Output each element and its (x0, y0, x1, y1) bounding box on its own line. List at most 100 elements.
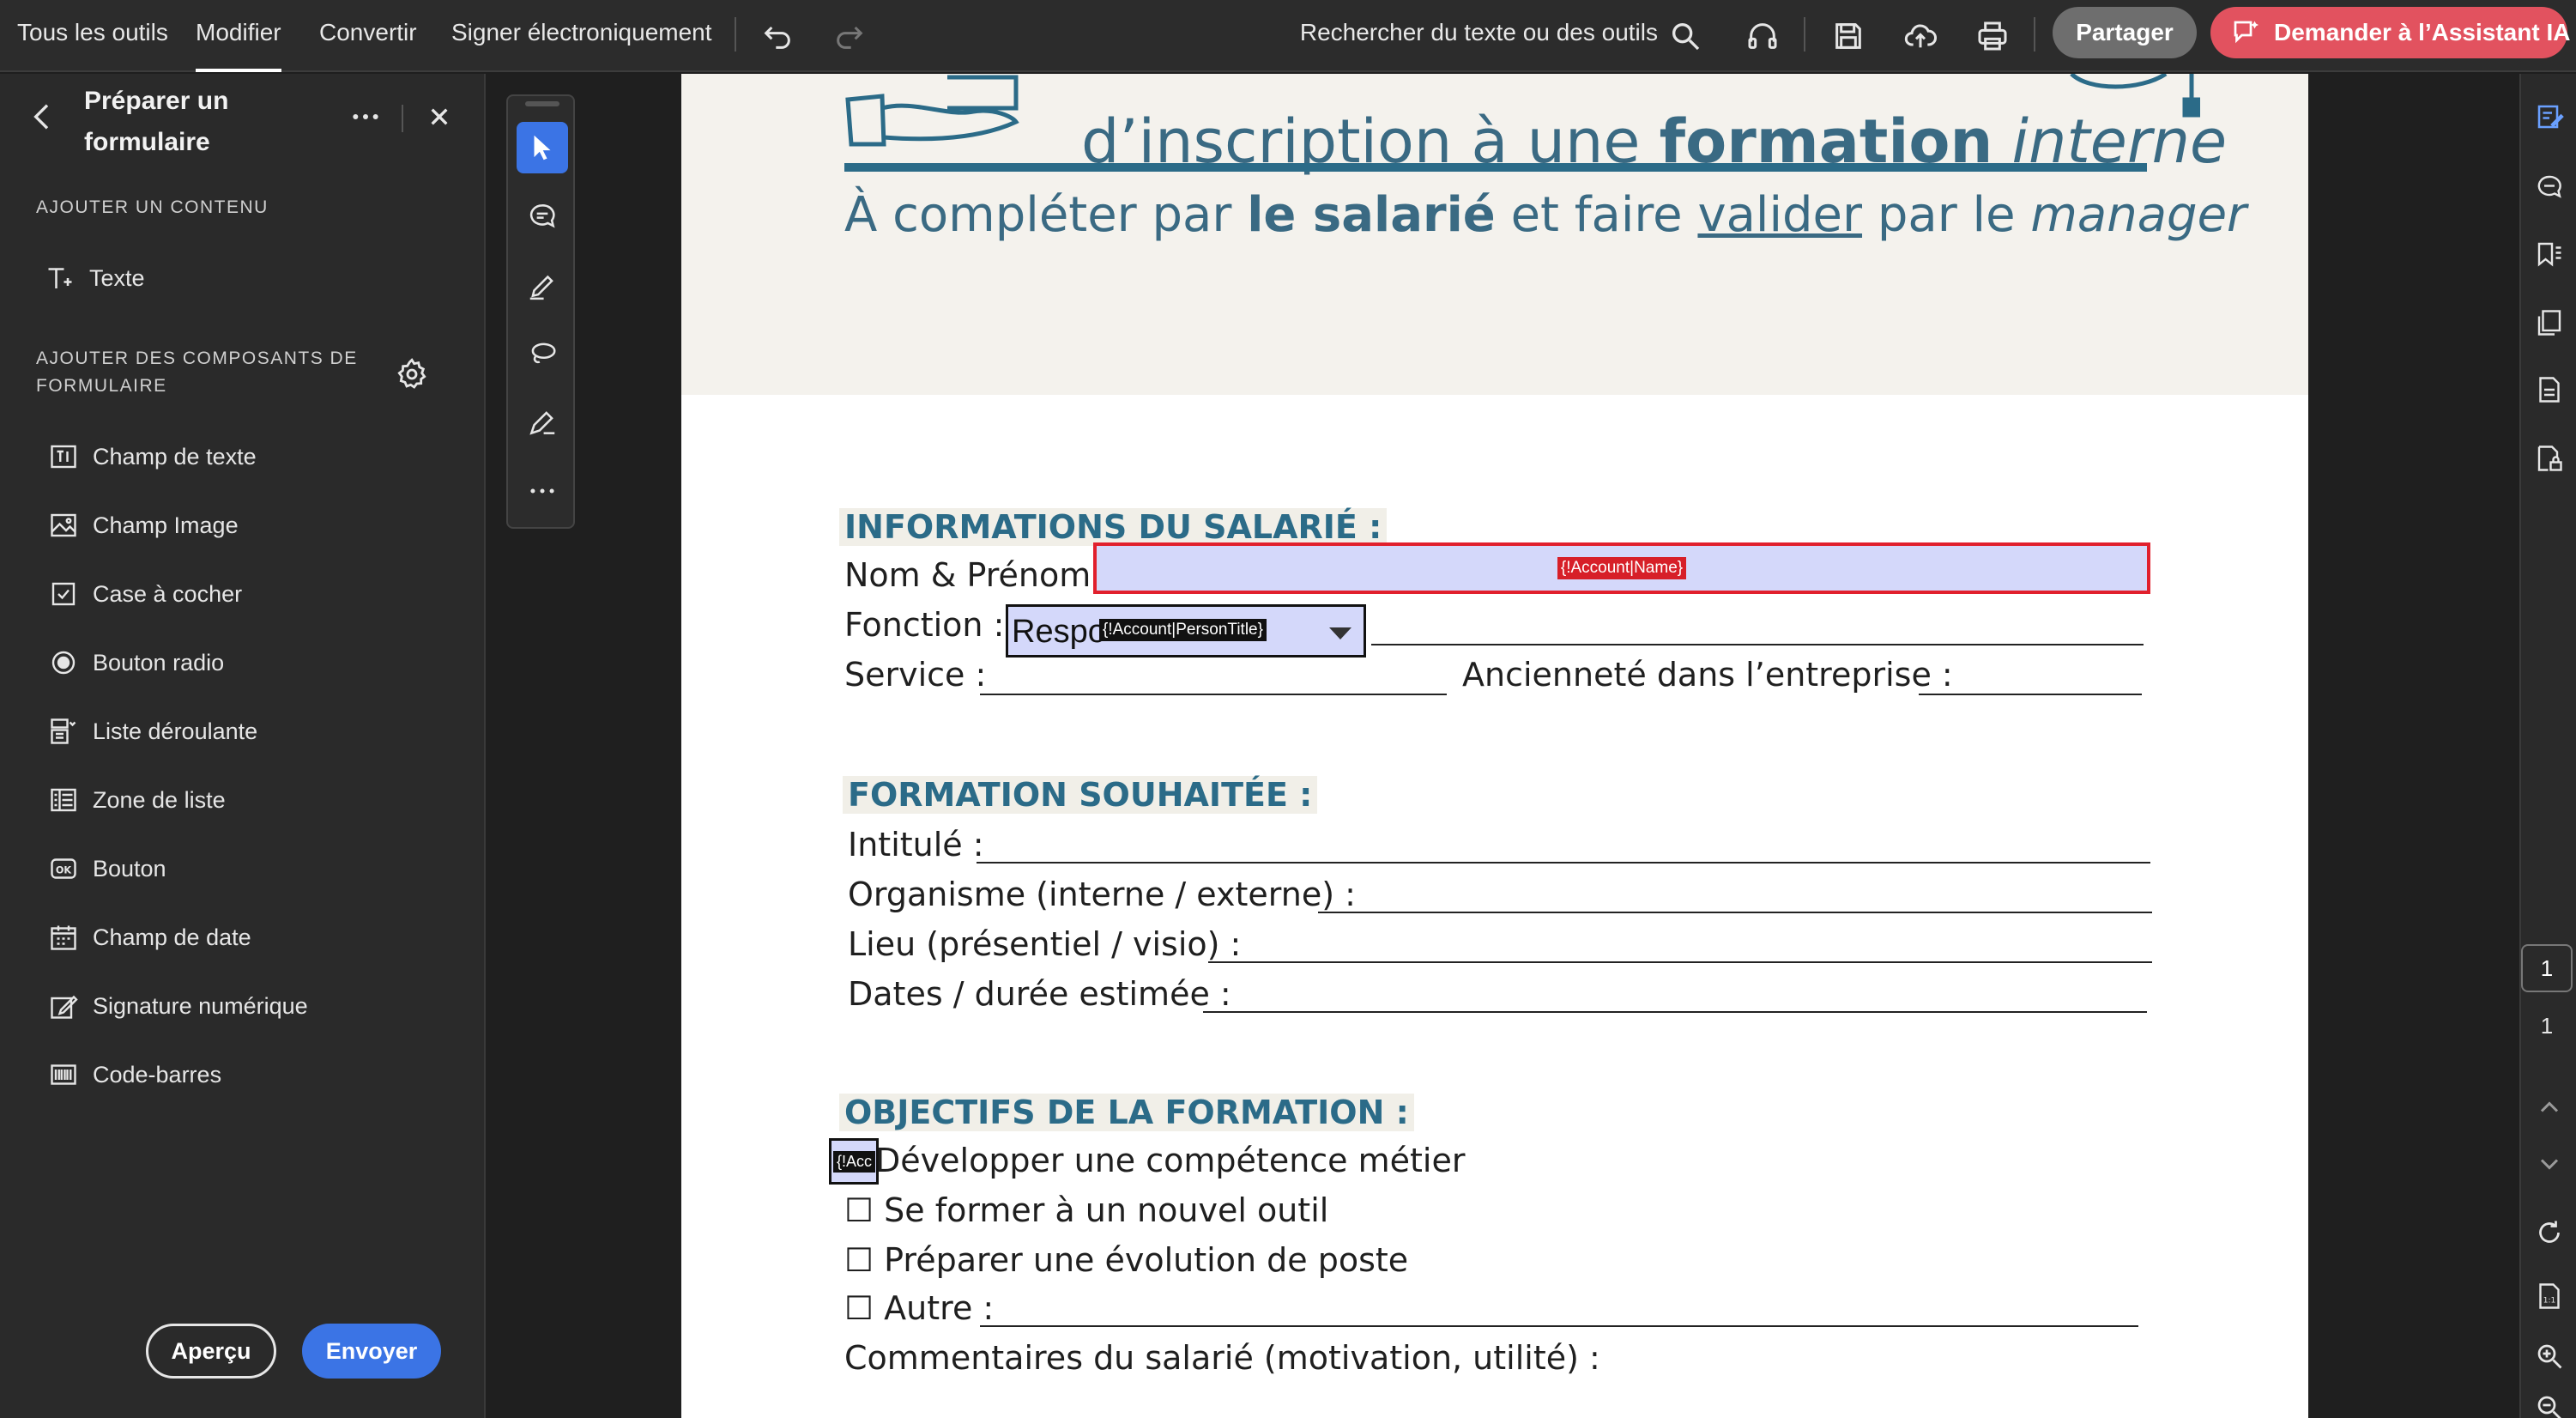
back-arrow-icon[interactable] (26, 100, 60, 134)
close-icon[interactable] (422, 100, 457, 134)
function-dropdown-field[interactable]: Respo {!Account|PersonTitle} (1006, 604, 1366, 657)
preview-button[interactable]: Aperçu (146, 1324, 276, 1379)
menu-edit[interactable]: Modifier (196, 0, 281, 72)
calendar-icon (51, 925, 76, 950)
draw-tool[interactable] (517, 328, 568, 379)
redo-icon[interactable] (829, 15, 870, 57)
checkbox-field-tag: {!Acc (833, 1151, 876, 1173)
pages-rail-icon[interactable] (2532, 306, 2567, 340)
sign-tool[interactable] (517, 397, 568, 448)
menu-all-tools[interactable]: Tous les outils (17, 0, 168, 72)
seniority-underline (1919, 694, 2142, 695)
toolbar-divider (2034, 17, 2035, 52)
text-field-icon (51, 445, 76, 469)
name-field-tag: {!Account|Name} (1557, 557, 1687, 579)
tool-checkbox[interactable]: Case à cocher (48, 573, 443, 615)
more-options-icon[interactable] (348, 100, 383, 134)
menu-convert[interactable]: Convertir (319, 0, 417, 72)
svg-text:1:1: 1:1 (2543, 1297, 2555, 1306)
tool-label: Bouton (93, 855, 166, 882)
tool-radio-button[interactable]: Bouton radio (48, 641, 443, 684)
share-button[interactable]: Partager (2053, 7, 2197, 58)
section-add-form-components: AJOUTER DES COMPOSANTS DE FORMULAIRE (36, 348, 358, 396)
highlight-tool[interactable] (517, 259, 568, 311)
section-heading-training: FORMATION SOUHAITÉE : (843, 776, 1318, 814)
more-tools[interactable] (517, 465, 568, 517)
zoom-out-icon[interactable] (2532, 1391, 2567, 1418)
tool-text-field[interactable]: Champ de texte (48, 435, 443, 478)
list-box-icon (51, 788, 76, 812)
search-tools-label[interactable]: Rechercher du texte ou des outils (1300, 0, 1658, 72)
rotate-icon[interactable] (2532, 1215, 2567, 1250)
select-tool[interactable] (517, 122, 568, 173)
subtitle-text: et faire (1495, 187, 1698, 243)
tool-label: Code-barres (93, 1061, 222, 1088)
send-button[interactable]: Envoyer (302, 1324, 441, 1379)
organisation-label: Organisme (interne / externe) : (848, 876, 1356, 913)
pen-sign-icon (529, 411, 555, 435)
ai-assistant-button[interactable]: Demander à l’Assistant IA (2210, 7, 2570, 58)
other-underline (980, 1325, 2138, 1327)
panel-title: Préparer un formulaire (84, 87, 229, 156)
tool-date-field[interactable]: Champ de date (48, 916, 443, 959)
comments-label: Commentaires du salarié (motivation, uti… (844, 1339, 1600, 1377)
tool-dropdown[interactable]: Liste déroulante (48, 710, 443, 753)
name-form-field[interactable]: {!Account|Name} (1093, 542, 2150, 594)
tool-label: Zone de liste (93, 786, 226, 813)
settings-gear-icon[interactable] (395, 357, 429, 391)
security-rail-icon[interactable] (2532, 441, 2567, 476)
undo-icon[interactable] (757, 15, 798, 57)
checkbox-icon[interactable]: ☐ (844, 1191, 874, 1229)
zoom-in-icon[interactable] (2532, 1339, 2567, 1373)
panel-divider (402, 105, 403, 132)
objective-3: Préparer une évolution de poste (884, 1241, 1409, 1279)
comment-tool[interactable] (517, 191, 568, 242)
save-icon[interactable] (1828, 15, 1869, 57)
dropdown-arrow-icon[interactable] (1327, 624, 1353, 641)
pdf-page[interactable]: d’inscription à une formation interne À … (681, 74, 2308, 1418)
current-page-input[interactable]: 1 (2521, 944, 2573, 992)
dropdown-list-icon (51, 718, 76, 744)
tool-button[interactable]: OK Bouton (48, 847, 443, 890)
tool-digital-signature[interactable]: Signature numérique (48, 985, 443, 1027)
add-text-tool[interactable]: Texte (45, 257, 439, 300)
checkbox-icon[interactable]: ☐ (844, 1289, 874, 1327)
objective-3-row: ☐ Préparer une évolution de poste (844, 1241, 1408, 1279)
objective-checkbox-field[interactable]: {!Acc (829, 1138, 879, 1185)
tool-barcode[interactable]: Code-barres (48, 1053, 443, 1096)
scroll-down-icon[interactable] (2532, 1147, 2567, 1181)
headphones-icon[interactable] (1742, 15, 1783, 57)
tool-label: Champ Image (93, 512, 239, 538)
bookmark-rail-icon[interactable] (2532, 237, 2567, 271)
subtitle-underline: valider (1697, 187, 1863, 243)
acrobat-window: Tous les outils Modifier Convertir Signe… (0, 0, 2576, 1418)
print-icon[interactable] (1972, 15, 2013, 57)
fit-page-icon[interactable]: 1:1 (2532, 1279, 2567, 1313)
subtitle-bold: le salarié (1247, 187, 1496, 243)
drag-handle[interactable] (525, 101, 559, 106)
name-label: Nom & Prénom : (844, 556, 1113, 594)
hand-illustration-icon (845, 75, 1019, 147)
document-rail-icon[interactable] (2532, 373, 2567, 407)
scroll-up-icon[interactable] (2532, 1090, 2567, 1124)
search-icon[interactable] (1665, 15, 1706, 57)
radio-button-icon (51, 651, 76, 675)
dates-label: Dates / durée estimée : (848, 975, 1231, 1013)
tool-list-box[interactable]: Zone de liste (48, 779, 443, 821)
seniority-label: Ancienneté dans l’entreprise : (1462, 656, 1953, 694)
objective-2-row: ☐ Se former à un nouvel outil (844, 1191, 1328, 1229)
menu-e-sign[interactable]: Signer électroniquement (451, 0, 712, 72)
comment-rail-icon[interactable] (2532, 170, 2567, 204)
location-label: Lieu (présentiel / visio) : (848, 925, 1242, 963)
tool-label: Signature numérique (93, 992, 308, 1019)
dropdown-value: Respo (1012, 614, 1106, 650)
cloud-upload-icon[interactable] (1900, 15, 1941, 57)
section-heading-employee-info: INFORMATIONS DU SALARIÉ : (839, 508, 1388, 546)
prepare-form-rail-icon[interactable] (2532, 100, 2567, 134)
tool-label: Liste déroulante (93, 718, 258, 744)
tool-label: Champ de date (93, 924, 251, 950)
checkbox-icon[interactable]: ☐ (844, 1241, 874, 1279)
signature-pen-icon (51, 995, 78, 1019)
tool-image-field[interactable]: Champ Image (48, 504, 443, 547)
service-label: Service : (844, 656, 987, 694)
